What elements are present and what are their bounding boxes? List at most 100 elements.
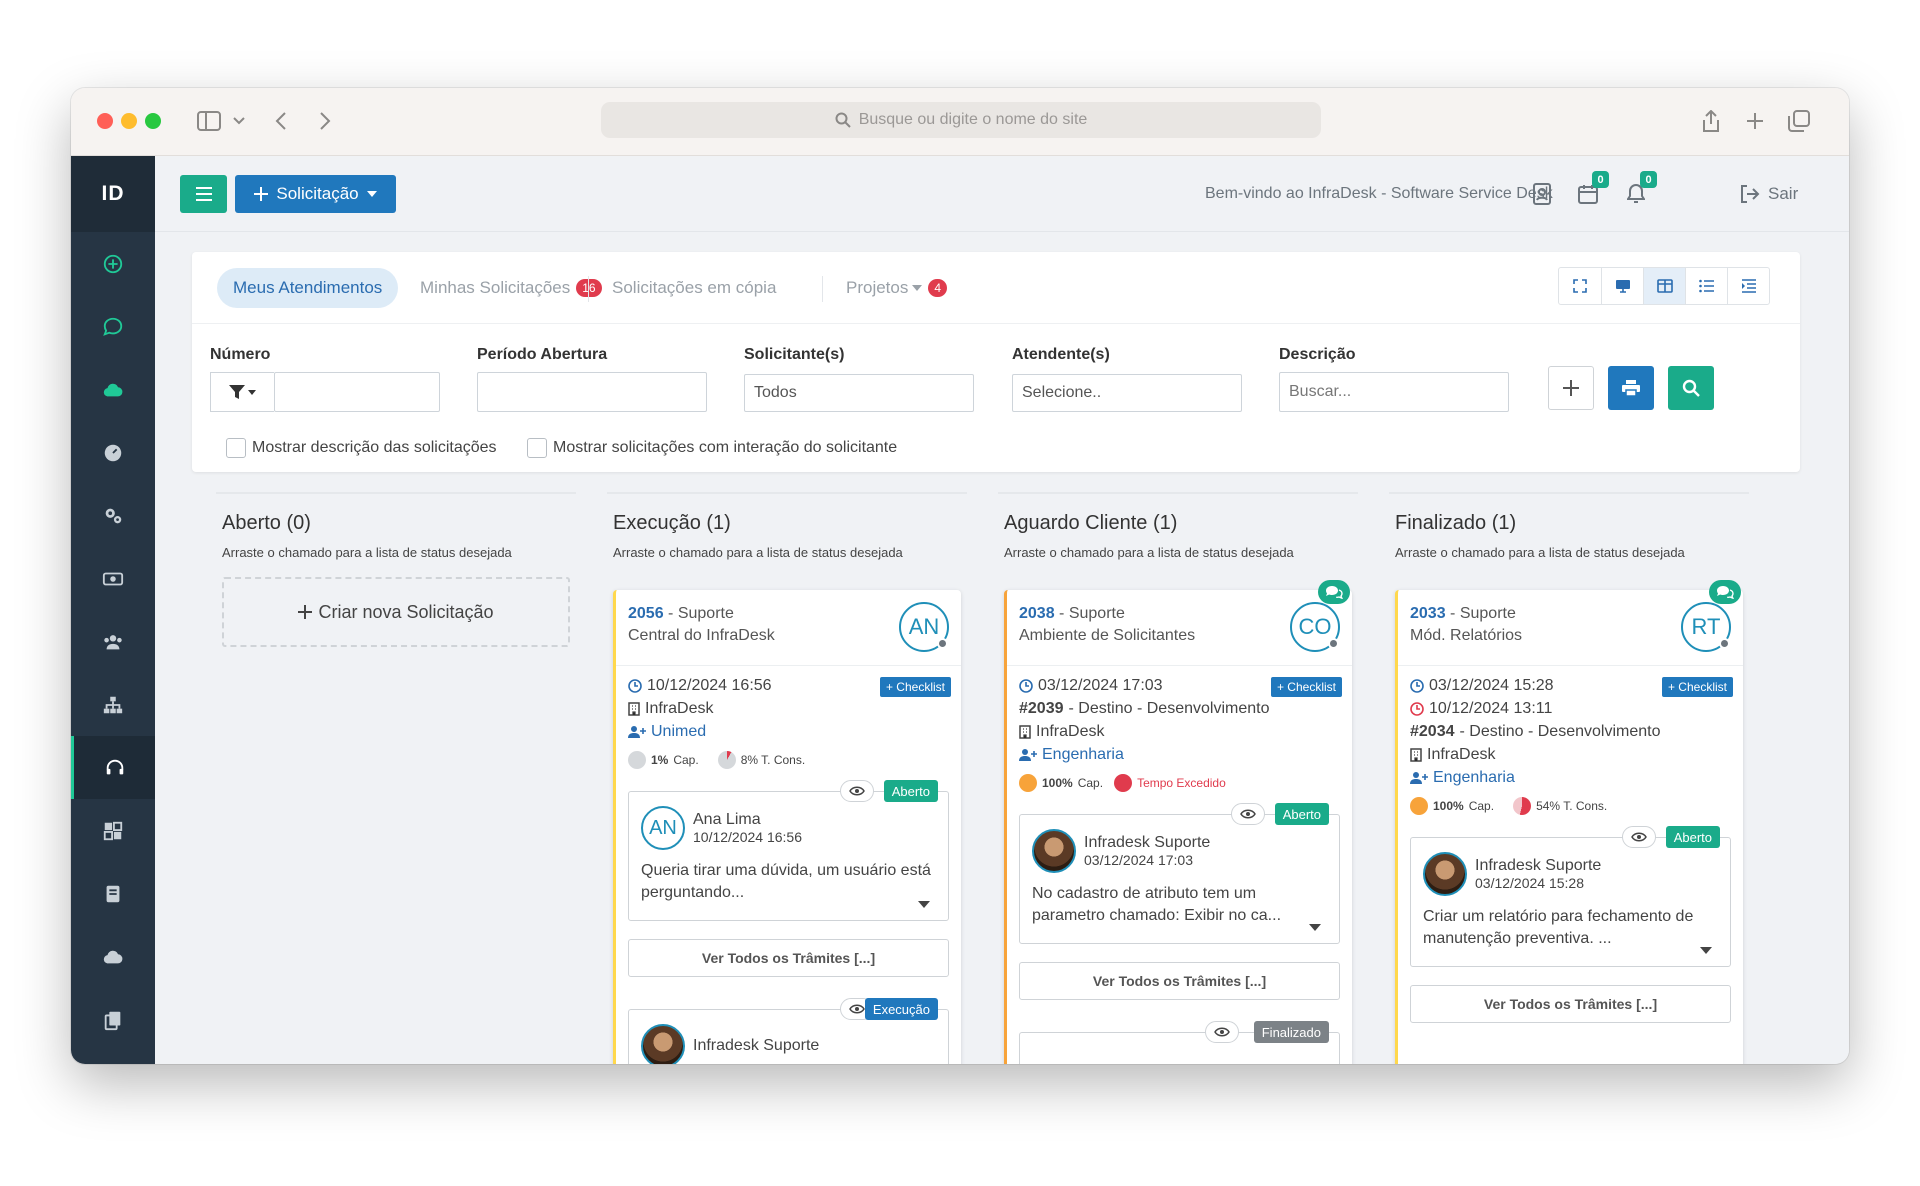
numero-input[interactable] [274,372,440,412]
user-plus-icon [1410,771,1428,784]
eye-icon[interactable] [1205,1021,1239,1043]
browser-toolbar: Busque ou digite o nome do site [71,88,1849,156]
time-consumed-pie [717,751,736,769]
list-view-button[interactable] [1685,268,1727,304]
sidebar-item-chat[interactable] [71,295,155,358]
sidebar-item-dashboard[interactable] [71,232,155,295]
checklist-button[interactable]: + Checklist [1270,677,1342,697]
show-description-checkbox[interactable]: Mostrar descrição das solicitações [226,438,497,458]
expand-caret-icon[interactable] [1700,947,1712,954]
interaction-card[interactable]: Execução Infradesk Suporte [628,998,949,1064]
view-all-steps-button[interactable]: Ver Todos os Trâmites [...] [628,939,949,977]
show-interaction-checkbox[interactable]: Mostrar solicitações com interação do so… [527,438,897,458]
new-request-button[interactable]: Solicitação [235,175,396,213]
interaction-author: AN Ana Lima 10/12/2024 16:56 [641,806,936,850]
sidebar-item-users[interactable] [71,610,155,673]
interaction-card[interactable]: Aberto Infradesk Suporte 03/12/2024 17:0… [1019,803,1340,944]
view-all-steps-button[interactable]: Ver Todos os Trâmites [...] [1410,985,1731,1023]
ticket-metrics: 100% Cap. Tempo Excedido [1019,766,1340,800]
tab-meus-atendimentos[interactable]: Meus Atendimentos [217,268,399,308]
ticket-card-2038[interactable]: 2038 - Suporte Ambiente de Solicitantes … [1004,580,1352,1064]
close-window-button[interactable] [97,113,113,129]
sidebar-toggle-icon[interactable] [195,107,223,135]
interaction-card[interactable]: Aberto AN Ana Lima 10/12/2024 16:56 Quer… [628,780,949,921]
ticket-number[interactable]: 2038 [1019,605,1055,622]
menu-toggle-button[interactable] [180,175,227,213]
sidebar-item-settings[interactable] [71,484,155,547]
new-tab-icon[interactable] [1741,107,1769,135]
sidebar-item-support[interactable] [71,736,155,799]
capacity-label: Cap. [673,753,699,767]
ticket-client-row[interactable]: Engenharia [1410,766,1731,789]
bell-icon[interactable]: 0 [1623,171,1657,207]
ticket-card-2056[interactable]: 2056 - Suporte Central do InfraDesk AN +… [613,590,961,1064]
checkbox-box[interactable] [527,438,547,458]
destination-number[interactable]: #2039 [1019,700,1064,718]
ticket-company-row: InfraDesk [628,697,949,720]
ticket-type: - Suporte [1059,605,1125,622]
eye-icon[interactable] [1622,826,1656,848]
ticket-card-2033[interactable]: 2033 - Suporte Mód. Relatórios RT + Chec… [1395,580,1743,1064]
sidebar-item-hierarchy[interactable] [71,673,155,736]
tab-minhas-solicitacoes[interactable]: Minhas Solicitações 16 [404,268,618,308]
tabs-overview-icon[interactable] [1785,107,1813,135]
solicitante-select[interactable]: Todos [744,374,974,412]
tree-view-button[interactable] [1727,268,1769,304]
print-button[interactable] [1608,366,1654,410]
address-bar[interactable]: Busque ou digite o nome do site [601,102,1321,138]
interaction-card[interactable]: Finalizado [1019,1021,1340,1064]
forward-icon[interactable] [311,107,339,135]
fullscreen-button[interactable] [1559,268,1601,304]
minimize-window-button[interactable] [121,113,137,129]
add-filter-button[interactable] [1548,366,1594,410]
chevron-down-icon[interactable] [225,107,253,135]
checkbox-box[interactable] [226,438,246,458]
brand-logo[interactable]: ID [71,156,155,232]
ticket-body: + Checklist 03/12/2024 15:28 10/12/2024 … [1398,666,1743,1031]
checklist-button[interactable]: + Checklist [1661,677,1733,697]
ticket-metrics: 1% Cap. 8% T. Cons. [628,743,949,777]
expand-caret-icon[interactable] [1309,924,1321,931]
capacity-pie [628,751,646,769]
checklist-button[interactable]: + Checklist [879,677,951,697]
new-request-label: Solicitação [276,184,359,203]
create-request-dropzone[interactable]: Criar nova Solicitação [222,577,570,647]
atendente-select[interactable]: Selecione.. [1012,374,1242,412]
ticket-client-row[interactable]: Engenharia [1019,743,1340,766]
expand-caret-icon[interactable] [918,901,930,908]
sidebar-item-knowledge[interactable] [71,862,155,925]
sidebar-item-reports[interactable] [71,421,155,484]
ticket-number[interactable]: 2056 [628,605,664,622]
sidebar-item-cloud[interactable] [71,358,155,421]
share-icon[interactable] [1697,107,1725,135]
eye-icon[interactable] [1231,803,1265,825]
sidebar-item-finance[interactable] [71,547,155,610]
kanban-view-button[interactable] [1643,268,1685,304]
destination-number[interactable]: #2034 [1410,723,1455,741]
view-all-steps-button[interactable]: Ver Todos os Trâmites [...] [1019,962,1340,1000]
time-exceeded: Tempo Excedido [1137,776,1226,790]
zoom-window-button[interactable] [145,113,161,129]
calendar-icon[interactable]: 0 [1575,171,1609,207]
assignee-avatar: CO [1290,602,1340,652]
tab-solicitacoes-copia[interactable]: Solicitações em cópia [596,268,792,308]
building-icon [628,701,640,716]
numero-filter-dropdown[interactable] [210,372,274,412]
back-icon[interactable] [267,107,295,135]
search-button[interactable] [1668,366,1714,410]
building-icon [1019,724,1031,739]
descricao-input[interactable]: Buscar... [1279,372,1509,412]
desktop-view-button[interactable] [1601,268,1643,304]
interaction-card[interactable]: Aberto Infradesk Suporte 03/12/2024 15:2… [1410,826,1731,967]
sidebar-item-cloud-services[interactable] [71,925,155,988]
eye-icon[interactable] [840,780,874,802]
tab-projetos[interactable]: Projetos 4 [830,268,963,308]
contacts-icon[interactable] [1529,181,1555,207]
ticket-number[interactable]: 2033 [1410,605,1446,622]
logout-button[interactable]: Sair [1740,184,1798,204]
ticket-client-row[interactable]: Unimed [628,720,949,743]
periodo-input[interactable] [477,372,707,412]
capacity-pie [1019,774,1037,792]
sidebar-item-boards[interactable] [71,799,155,862]
sidebar-item-documents[interactable] [71,988,155,1051]
